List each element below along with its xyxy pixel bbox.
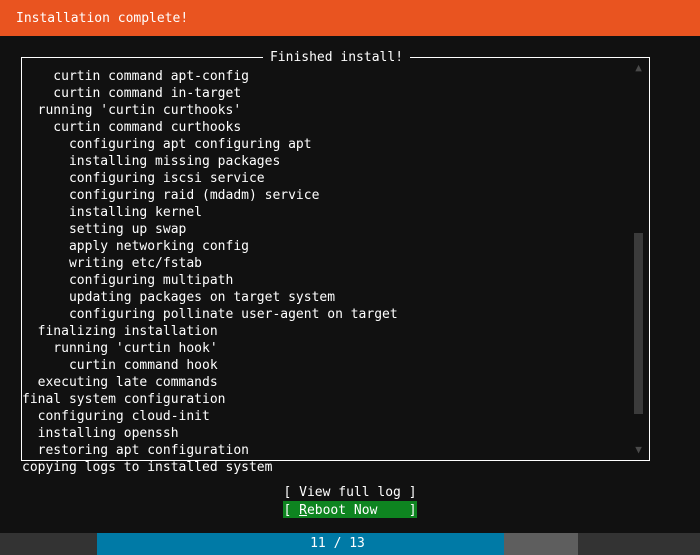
log-line: curtin command curthooks [22, 120, 242, 135]
log-line: installing missing packages [22, 154, 281, 169]
log-line: curtin command hook [22, 358, 218, 373]
log-line: configuring raid (mdadm) service [22, 188, 320, 203]
log-line: running 'curtin curthooks' [22, 103, 242, 118]
progress-track: 11 / 13 [97, 533, 578, 555]
log-line: curtin command apt-config [22, 69, 249, 84]
log-line: curtin command in-target [22, 86, 242, 101]
log-line: configuring apt configuring apt [22, 137, 312, 152]
reboot-button-label-rest: eboot Now ] [306, 503, 417, 518]
log-line: configuring pollinate user-agent on targ… [22, 307, 398, 322]
scrollbar-track[interactable] [632, 75, 645, 443]
reboot-now-button[interactable]: [ Reboot Now ] [283, 501, 417, 518]
log-line: configuring cloud-init [22, 409, 210, 424]
log-panel-title: Finished install! [262, 50, 411, 66]
log-line-list: curtin command apt-config curtin command… [22, 68, 634, 476]
log-line: installing kernel [22, 205, 203, 220]
progress-label: 11 / 13 [310, 536, 365, 551]
log-line: apply networking config [22, 239, 249, 254]
log-line: finalizing installation [22, 324, 218, 339]
view-full-log-button[interactable]: [ View full log ] [283, 484, 416, 501]
log-line: final system configuration [22, 392, 226, 407]
log-line: updating packages on target system [22, 290, 336, 305]
log-line: executing late commands [22, 375, 218, 390]
page-title: Installation complete! [16, 10, 189, 26]
scrollbar-thumb[interactable] [634, 233, 643, 414]
log-line: running 'curtin hook' [22, 341, 218, 356]
header-bar: Installation complete! [0, 0, 700, 36]
log-scrollbar[interactable]: ▲ ▼ [632, 61, 645, 457]
progress-bar-area: 11 / 13 [0, 533, 700, 555]
log-line: configuring iscsi service [22, 171, 265, 186]
log-panel-title-wrap: Finished install! [22, 49, 651, 67]
scroll-down-arrow-icon[interactable]: ▼ [632, 443, 645, 457]
button-group: [ View full log ] [ Reboot Now ] [0, 484, 700, 518]
reboot-button-accel-key: R [299, 503, 307, 518]
log-line: setting up swap [22, 222, 187, 237]
log-line: copying logs to installed system [22, 460, 273, 475]
log-line: writing etc/fstab [22, 256, 203, 271]
scroll-up-arrow-icon[interactable]: ▲ [632, 61, 645, 75]
install-log-panel: Finished install! curtin command apt-con… [21, 50, 650, 475]
log-line: configuring multipath [22, 273, 234, 288]
log-line: restoring apt configuration [22, 443, 249, 458]
reboot-button-bracket-open: [ [283, 503, 300, 518]
log-line: installing openssh [22, 426, 179, 441]
